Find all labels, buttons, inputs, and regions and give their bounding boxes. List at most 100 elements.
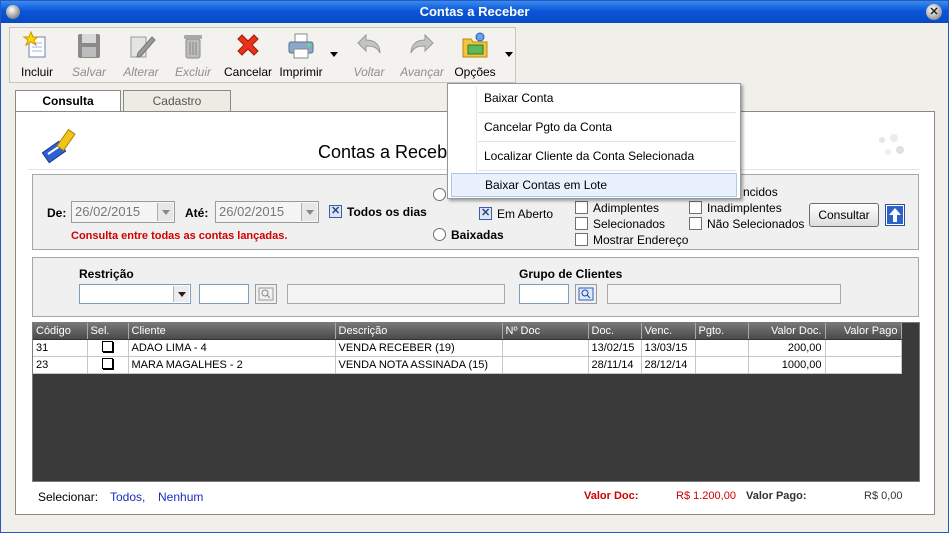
menu-item-cancelar-pgto[interactable]: Cancelar Pgto da Conta	[451, 114, 737, 140]
grupo-desc-input[interactable]	[607, 284, 841, 304]
tab-consulta[interactable]: Consulta	[15, 90, 121, 113]
de-dropdown-icon[interactable]	[157, 203, 173, 221]
col-cliente[interactable]: Cliente	[128, 323, 336, 340]
menu-item-localizar-cliente[interactable]: Localizar Cliente da Conta Selecionada	[451, 143, 737, 169]
col-valor-doc[interactable]: Valor Doc.	[748, 323, 826, 340]
trash-icon	[184, 35, 202, 59]
opcoes-button[interactable]: Opções	[450, 28, 500, 82]
restricao-select[interactable]	[79, 284, 191, 304]
col-ndoc[interactable]: Nº Doc	[502, 323, 589, 340]
mostrar-endereco-checkbox[interactable]	[575, 233, 588, 246]
cell-cliente: ADAO LIMA - 4	[128, 339, 336, 357]
window-title: Contas a Receber	[419, 4, 530, 19]
cell-sel[interactable]	[87, 356, 129, 374]
cell-valor-doc: 1000,00	[748, 356, 826, 374]
title-bar: Contas a Receber ✕	[1, 1, 948, 23]
printer-icon	[288, 33, 314, 59]
mostrar-endereco-label: Mostrar Endereço	[593, 233, 689, 247]
incluir-button[interactable]: Incluir	[12, 28, 62, 82]
cell-doc: 13/02/15	[588, 339, 642, 357]
em-aberto-checkbox[interactable]	[479, 206, 492, 220]
row-select-checkbox[interactable]	[102, 340, 113, 352]
voltar-button[interactable]: Voltar	[344, 28, 394, 82]
selecionados-checkbox[interactable]	[575, 217, 588, 230]
select-none-link[interactable]: Nenhum	[158, 490, 203, 504]
inadimplentes-label: Inadimplentes	[707, 201, 782, 215]
search-icon	[258, 287, 274, 301]
salvar-button[interactable]: Salvar	[64, 28, 114, 82]
contas-grid: Código Sel. Cliente Descrição Nº Doc Doc…	[32, 322, 920, 482]
window-menu-icon[interactable]	[6, 5, 20, 19]
col-sel[interactable]: Sel.	[87, 323, 129, 340]
cell-pgto	[695, 356, 749, 374]
menu-item-baixar-lote[interactable]: Baixar Contas em Lote	[451, 173, 737, 197]
tab-cadastro[interactable]: Cadastro	[123, 90, 231, 111]
main-window: Contas a Receber ✕ Incluir Salvar Altera…	[0, 0, 949, 533]
cell-ndoc	[502, 339, 589, 357]
opcoes-menu: Baixar Conta Cancelar Pgto da Conta Loca…	[447, 83, 741, 199]
selecionar-label: Selecionar:	[38, 490, 99, 504]
radio-abertas[interactable]	[433, 188, 446, 201]
de-date-field[interactable]: 26/02/2015	[71, 201, 175, 223]
close-icon[interactable]: ✕	[926, 4, 942, 20]
restricao-dropdown-icon[interactable]	[173, 286, 189, 302]
nao-selecionados-label: Não Selecionados	[707, 217, 805, 231]
page-title: Contas a Receber	[318, 142, 464, 162]
todos-dias-label: Todos os dias	[347, 205, 427, 219]
select-all-link[interactable]: Todos,	[110, 490, 145, 504]
consultar-button[interactable]: Consultar	[809, 203, 879, 227]
col-pgto[interactable]: Pgto.	[695, 323, 749, 340]
vencidos-label: ncidos	[743, 185, 778, 199]
excluir-button[interactable]: Excluir	[168, 28, 218, 82]
selecionados-label: Selecionados	[593, 217, 666, 231]
ate-date-field[interactable]: 26/02/2015	[215, 201, 319, 223]
toolbar: Incluir Salvar Alterar Excluir Cancelar …	[9, 27, 516, 83]
menu-separator	[478, 170, 736, 171]
ate-dropdown-icon[interactable]	[301, 203, 317, 221]
baixadas-label: Baixadas	[451, 228, 504, 242]
col-valor-pago[interactable]: Valor Pago	[825, 323, 902, 340]
col-codigo[interactable]: Código	[33, 323, 88, 340]
restricao-search-button[interactable]	[255, 284, 277, 304]
search-icon	[578, 287, 594, 301]
cell-descricao: VENDA RECEBER (19)	[335, 339, 503, 357]
grupo-code-input[interactable]	[519, 284, 569, 304]
alterar-button[interactable]: Alterar	[116, 28, 166, 82]
imprimir-dropdown-icon[interactable]	[330, 52, 338, 57]
consulta-message: Consulta entre todas as contas lançadas.	[71, 230, 288, 242]
menu-separator	[478, 141, 736, 142]
inadimplentes-checkbox[interactable]	[689, 201, 702, 214]
restricao-code-input[interactable]	[199, 284, 249, 304]
col-doc[interactable]: Doc.	[588, 323, 642, 340]
todos-dias-checkbox[interactable]	[329, 204, 342, 218]
cell-venc: 13/03/15	[641, 339, 696, 357]
col-venc[interactable]: Venc.	[641, 323, 696, 340]
imprimir-button[interactable]: Imprimir	[276, 28, 326, 82]
cancelar-button[interactable]: Cancelar	[220, 28, 276, 82]
scroll-up-button[interactable]	[885, 204, 905, 226]
brush-logo-icon	[41, 128, 76, 164]
adimplentes-checkbox[interactable]	[575, 201, 588, 214]
table-row[interactable]: 23 MARA MAGALHES - 2 VENDA NOTA ASSINADA…	[33, 356, 902, 374]
radio-baixadas[interactable]	[433, 228, 446, 241]
save-disk-icon	[78, 34, 100, 58]
row-select-checkbox[interactable]	[102, 357, 113, 369]
edit-pencil-icon	[130, 36, 156, 58]
valor-pago-total: R$ 0,00	[864, 490, 903, 502]
opcoes-dropdown-icon[interactable]	[505, 52, 513, 57]
col-descricao[interactable]: Descrição	[335, 323, 503, 340]
cell-sel[interactable]	[87, 339, 129, 357]
table-row[interactable]: 31 ADAO LIMA - 4 VENDA RECEBER (19) 13/0…	[33, 339, 902, 357]
options-folder-icon	[462, 32, 488, 58]
grupo-search-button[interactable]	[575, 284, 597, 304]
em-aberto-label: Em Aberto	[497, 207, 554, 221]
cell-ndoc	[502, 356, 589, 374]
avancar-button[interactable]: Avançar	[396, 28, 448, 82]
cell-venc: 28/12/14	[641, 356, 696, 374]
cell-codigo: 23	[33, 356, 88, 374]
menu-item-baixar-conta[interactable]: Baixar Conta	[451, 85, 737, 111]
cell-doc: 28/11/14	[588, 356, 642, 374]
cancel-x-icon	[237, 34, 259, 56]
restricao-desc-input[interactable]	[287, 284, 505, 304]
nao-selecionados-checkbox[interactable]	[689, 217, 702, 230]
